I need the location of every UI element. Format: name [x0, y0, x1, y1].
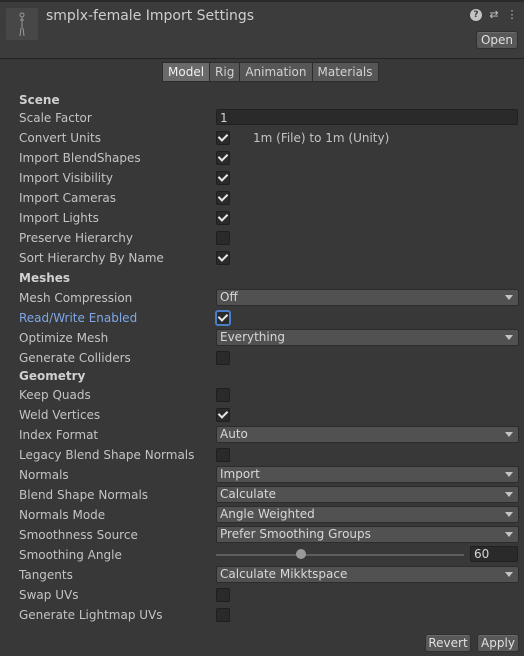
inspector-header: smplx-female Import Settings ? ⇄ ⋮ Open — [0, 2, 524, 59]
model-asset-icon — [6, 8, 38, 40]
read-write-label: Read/Write Enabled — [19, 311, 138, 325]
chevron-down-icon — [505, 492, 513, 497]
scale-factor-label: Scale Factor — [19, 111, 92, 125]
legacy-blend-label: Legacy Blend Shape Normals — [19, 448, 195, 462]
import-blendshapes-checkbox[interactable] — [216, 151, 230, 165]
normals-dropdown[interactable]: Import — [216, 466, 519, 483]
import-blendshapes-label: Import BlendShapes — [19, 151, 141, 165]
smoothness-source-value: Prefer Smoothing Groups — [220, 527, 371, 541]
normals-value: Import — [220, 467, 260, 481]
keep-quads-label: Keep Quads — [19, 388, 91, 402]
tab-rig[interactable]: Rig — [209, 62, 241, 82]
tab-animation[interactable]: Animation — [239, 62, 313, 82]
generate-colliders-checkbox[interactable] — [216, 351, 230, 365]
mesh-compression-value: Off — [220, 290, 238, 304]
tangents-label: Tangents — [19, 568, 73, 582]
smoothing-angle-slider[interactable] — [216, 554, 464, 556]
index-format-label: Index Format — [19, 428, 99, 442]
blend-shape-normals-label: Blend Shape Normals — [19, 488, 149, 502]
preset-sliders-icon[interactable]: ⇄ — [488, 9, 500, 21]
chevron-down-icon — [505, 335, 513, 340]
normals-mode-dropdown[interactable]: Angle Weighted — [216, 506, 519, 523]
optimize-mesh-dropdown[interactable]: Everything — [216, 329, 519, 346]
tangents-value: Calculate Mikktspace — [220, 567, 348, 581]
generate-colliders-label: Generate Colliders — [19, 351, 131, 365]
keep-quads-checkbox[interactable] — [216, 388, 230, 402]
sort-hierarchy-checkbox[interactable] — [216, 251, 230, 265]
import-lights-checkbox[interactable] — [216, 211, 230, 225]
help-icon[interactable]: ? — [470, 9, 482, 21]
tab-model[interactable]: Model — [162, 62, 211, 82]
section-scene: Scene — [19, 93, 60, 107]
revert-button[interactable]: Revert — [425, 634, 471, 652]
open-button[interactable]: Open — [476, 31, 518, 49]
lightmap-uvs-label: Generate Lightmap UVs — [19, 608, 163, 622]
import-lights-label: Import Lights — [19, 211, 99, 225]
sort-hierarchy-label: Sort Hierarchy By Name — [19, 251, 164, 265]
chevron-down-icon — [505, 572, 513, 577]
inspector-title: smplx-female Import Settings — [46, 8, 255, 24]
chevron-down-icon — [505, 432, 513, 437]
swap-uvs-checkbox[interactable] — [216, 588, 230, 602]
index-format-value: Auto — [220, 427, 248, 441]
apply-button[interactable]: Apply — [477, 634, 519, 652]
chevron-down-icon — [505, 472, 513, 477]
mesh-compression-label: Mesh Compression — [19, 291, 133, 305]
optimize-mesh-value: Everything — [220, 330, 285, 344]
smoothness-source-label: Smoothness Source — [19, 528, 138, 542]
convert-units-label: Convert Units — [19, 131, 101, 145]
convert-units-note: 1m (File) to 1m (Unity) — [253, 131, 390, 145]
normals-mode-value: Angle Weighted — [220, 507, 315, 521]
tab-materials[interactable]: Materials — [311, 62, 379, 82]
import-visibility-label: Import Visibility — [19, 171, 113, 185]
blend-shape-normals-dropdown[interactable]: Calculate — [216, 486, 519, 503]
optimize-mesh-label: Optimize Mesh — [19, 331, 109, 345]
import-cameras-checkbox[interactable] — [216, 191, 230, 205]
chevron-down-icon — [505, 512, 513, 517]
preserve-hierarchy-checkbox[interactable] — [216, 231, 230, 245]
smoothing-angle-input[interactable]: 60 — [470, 546, 518, 562]
smoothness-source-dropdown[interactable]: Prefer Smoothing Groups — [216, 526, 519, 543]
read-write-checkbox[interactable] — [216, 311, 230, 325]
weld-vertices-label: Weld Vertices — [19, 408, 101, 422]
swap-uvs-label: Swap UVs — [19, 588, 79, 602]
index-format-dropdown[interactable]: Auto — [216, 426, 519, 443]
convert-units-checkbox[interactable] — [216, 131, 230, 145]
legacy-blend-checkbox[interactable] — [216, 448, 230, 462]
normals-mode-label: Normals Mode — [19, 508, 106, 522]
chevron-down-icon — [505, 295, 513, 300]
mesh-compression-dropdown[interactable]: Off — [216, 289, 519, 306]
import-cameras-label: Import Cameras — [19, 191, 116, 205]
more-menu-icon[interactable]: ⋮ — [506, 9, 518, 21]
lightmap-uvs-checkbox[interactable] — [216, 608, 230, 622]
smoothing-angle-label: Smoothing Angle — [19, 548, 122, 562]
section-meshes: Meshes — [19, 271, 71, 285]
section-geometry: Geometry — [19, 369, 86, 383]
import-visibility-checkbox[interactable] — [216, 171, 230, 185]
weld-vertices-checkbox[interactable] — [216, 408, 230, 422]
smoothing-angle-slider-handle[interactable] — [296, 549, 306, 559]
tangents-dropdown[interactable]: Calculate Mikktspace — [216, 566, 519, 583]
preserve-hierarchy-label: Preserve Hierarchy — [19, 231, 133, 245]
blend-shape-normals-value: Calculate — [220, 487, 277, 501]
chevron-down-icon — [505, 532, 513, 537]
import-tabs: Model Rig Animation Materials — [162, 62, 379, 82]
normals-label: Normals — [19, 468, 69, 482]
scale-factor-input[interactable]: 1 — [216, 109, 518, 125]
